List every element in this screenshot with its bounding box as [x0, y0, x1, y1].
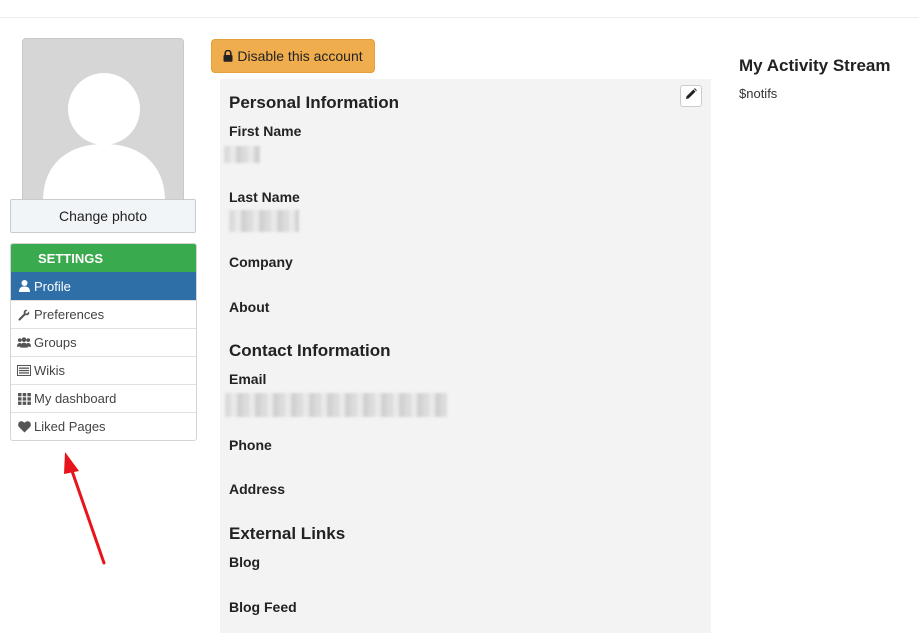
- avatar-placeholder-icon: [43, 73, 165, 199]
- activity-stream-title: My Activity Stream: [739, 56, 891, 75]
- contact-information-heading: Contact Information: [229, 341, 391, 360]
- list-icon: [17, 364, 31, 378]
- first-name-label: First Name: [229, 123, 302, 139]
- about-label: About: [229, 299, 270, 315]
- blog-label: Blog: [229, 554, 261, 570]
- settings-item-label: Groups: [34, 335, 77, 350]
- disable-account-label: Disable this account: [237, 48, 363, 64]
- annotation-arrow-icon: [64, 452, 106, 565]
- top-divider: [0, 17, 919, 18]
- external-links-heading: External Links: [229, 524, 346, 543]
- personal-information-heading: Personal Information: [229, 93, 400, 112]
- wrench-icon: [17, 308, 31, 322]
- first-name-value-redacted: [224, 146, 260, 163]
- settings-item-label: Profile: [34, 278, 71, 294]
- heart-icon: [17, 420, 31, 434]
- change-photo-button[interactable]: Change photo: [10, 199, 196, 233]
- address-label: Address: [229, 481, 286, 497]
- grid-icon: [17, 392, 31, 406]
- last-name-value-redacted: [229, 210, 299, 232]
- settings-item-wikis[interactable]: Wikis: [11, 356, 196, 384]
- settings-item-preferences[interactable]: Preferences: [11, 300, 196, 328]
- email-value-redacted: [225, 393, 447, 417]
- users-icon: [17, 336, 31, 350]
- settings-item-liked-pages[interactable]: Liked Pages: [11, 412, 196, 440]
- settings-item-profile[interactable]: Profile: [11, 272, 196, 300]
- lock-icon: [223, 50, 233, 62]
- settings-item-label: Preferences: [34, 307, 105, 322]
- phone-label: Phone: [229, 437, 272, 453]
- disable-account-button[interactable]: Disable this account: [211, 39, 375, 73]
- pencil-icon: [685, 87, 697, 105]
- settings-item-label: Wikis: [34, 363, 66, 378]
- email-label: Email: [229, 371, 267, 387]
- settings-header: SETTINGS: [11, 244, 196, 272]
- settings-item-label: Liked Pages: [34, 419, 106, 434]
- settings-menu: SETTINGS Profile Preferences Groups Wiki…: [10, 243, 197, 441]
- edit-profile-button[interactable]: [680, 85, 702, 107]
- activity-stream-content: $notifs: [739, 86, 778, 101]
- settings-item-my-dashboard[interactable]: My dashboard: [11, 384, 196, 412]
- blog-feed-label: Blog Feed: [229, 599, 297, 615]
- settings-item-groups[interactable]: Groups: [11, 328, 196, 356]
- company-label: Company: [229, 254, 293, 270]
- settings-item-label: My dashboard: [34, 391, 117, 406]
- user-icon: [17, 279, 31, 293]
- avatar: [22, 38, 184, 200]
- last-name-label: Last Name: [229, 189, 300, 205]
